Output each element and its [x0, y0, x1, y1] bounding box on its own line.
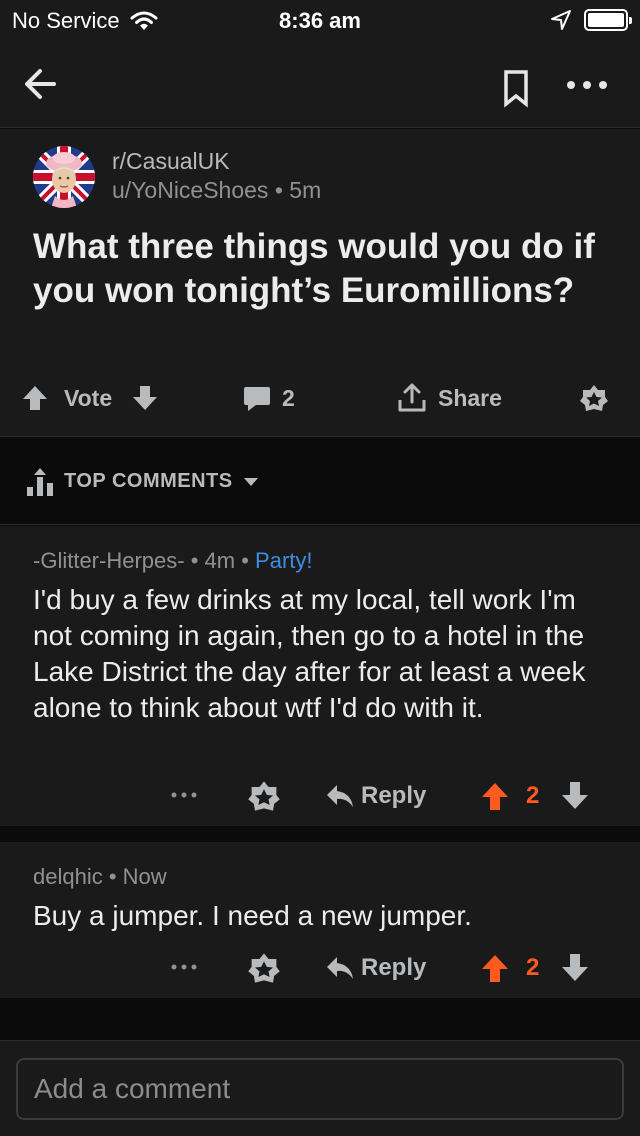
share-button[interactable]: Share — [396, 375, 502, 421]
award-icon[interactable] — [246, 950, 282, 986]
post-card: r/CasualUK u/YoNiceShoes • 5m What three… — [0, 129, 640, 437]
status-time: 8:36 am — [279, 8, 361, 33]
meta-separator: • — [274, 177, 283, 203]
downvote-arrow-icon[interactable] — [560, 950, 590, 986]
meta-separator: • — [241, 548, 256, 573]
award-icon[interactable] — [246, 778, 282, 814]
status-bar: No Service 8:36 am — [0, 0, 640, 42]
comment-actions: Reply 2 — [0, 774, 640, 818]
more-options-icon[interactable] — [562, 70, 612, 100]
downvote-arrow-icon[interactable] — [130, 383, 160, 413]
caret-down-icon — [243, 477, 258, 486]
post-author[interactable]: u/YoNiceShoes — [112, 177, 268, 203]
comment-meta: delqhic • Now — [33, 864, 167, 890]
location-arrow-icon — [551, 10, 571, 30]
comment-age: 4m — [204, 548, 236, 573]
comment-composer-bar — [0, 1040, 640, 1136]
vote-label: Vote — [64, 384, 113, 411]
comment-sort-bar: TOP COMMENTS — [0, 437, 640, 525]
share-label: Share — [438, 384, 502, 411]
reply-label: Reply — [361, 954, 427, 981]
comment-item: -Glitter-Herpes- • 4m • Party! I'd buy a… — [0, 526, 640, 826]
comments-button[interactable]: 2 — [242, 375, 295, 421]
comment-count: 2 — [282, 384, 295, 411]
comment-body: I'd buy a few drinks at my local, tell w… — [33, 584, 586, 723]
comment-author[interactable]: -Glitter-Herpes- — [33, 548, 185, 573]
reply-button[interactable]: Reply — [325, 950, 426, 986]
upvote-arrow-icon[interactable] — [480, 950, 510, 986]
post-action-row: Vote 2 Share — [0, 375, 640, 421]
reply-button[interactable]: Reply — [325, 778, 426, 814]
subreddit-name[interactable]: r/CasualUK — [112, 148, 230, 175]
battery-level — [588, 13, 624, 27]
user-flair: Party! — [255, 548, 313, 573]
sort-dropdown[interactable]: TOP COMMENTS — [64, 470, 259, 493]
screen: No Service 8:36 am r/CasualUK u/YoNiceSh… — [0, 0, 640, 1136]
meta-separator: • — [108, 864, 123, 889]
sort-bars-icon[interactable] — [26, 467, 54, 497]
comment-actions: Reply 2 — [0, 946, 640, 990]
add-comment-input[interactable] — [16, 1058, 624, 1120]
comment-age: Now — [122, 864, 167, 889]
reply-arrow-icon — [327, 785, 353, 807]
comment-author[interactable]: delqhic — [33, 864, 103, 889]
upvote-arrow-icon[interactable] — [20, 383, 50, 413]
top-nav — [0, 42, 640, 128]
comment-meta: -Glitter-Herpes- • 4m • Party! — [33, 548, 313, 574]
status-right — [550, 9, 632, 31]
more-options-icon[interactable] — [166, 784, 202, 806]
share-icon — [398, 383, 426, 412]
post-meta: u/YoNiceShoes • 5m — [112, 177, 321, 204]
bookmark-icon[interactable] — [498, 68, 534, 108]
union-jack-queen-icon — [33, 146, 95, 208]
reply-label: Reply — [361, 782, 427, 809]
reply-arrow-icon — [327, 957, 353, 979]
battery-icon — [584, 9, 632, 31]
back-arrow-icon[interactable] — [20, 62, 64, 106]
more-options-icon[interactable] — [166, 956, 202, 978]
post-age: 5m — [289, 177, 322, 203]
meta-separator: • — [190, 548, 205, 573]
upvote-arrow-icon[interactable] — [480, 778, 510, 814]
sort-label: TOP COMMENTS — [64, 470, 233, 492]
vote-control: Vote — [20, 375, 160, 421]
comment-score: 2 — [526, 782, 540, 809]
comment-item: delqhic • Now Buy a jumper. I need a new… — [0, 842, 640, 998]
award-button[interactable] — [578, 375, 610, 421]
comment-bubble-icon — [244, 387, 270, 411]
award-icon — [580, 385, 608, 411]
downvote-arrow-icon[interactable] — [560, 778, 590, 814]
post-title: What three things would you do if you wo… — [33, 227, 595, 310]
comment-score: 2 — [526, 954, 540, 981]
subreddit-avatar[interactable] — [33, 146, 95, 208]
comment-body: Buy a jumper. I need a new jumper. — [33, 900, 472, 931]
